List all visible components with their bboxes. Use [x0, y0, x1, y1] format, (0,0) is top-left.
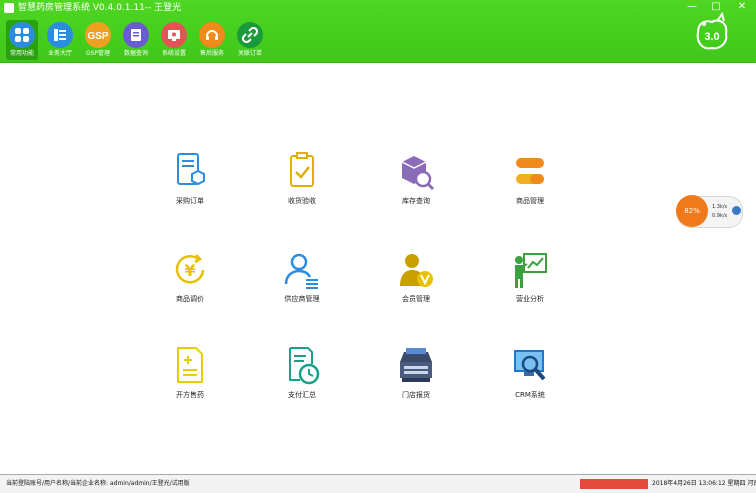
status-bar: 当前登陆账号/用户名称/当前企业名称: admin/admin/王登光/试用版 …	[0, 474, 756, 493]
function-label: 商品管理	[516, 197, 544, 205]
function-label: 库存查询	[402, 197, 430, 205]
function-label: 商品调价	[176, 295, 204, 303]
payment-summary-icon	[289, 347, 320, 385]
function-supplier-management[interactable]: 供应商管理	[262, 250, 342, 320]
prescription-sale-icon	[177, 347, 203, 383]
function-label: CRM系统	[515, 391, 545, 399]
toolbar-item-gsp[interactable]: GSP GSP管理	[82, 20, 114, 60]
svg-text:¥: ¥	[184, 261, 195, 280]
toolbar-item-common[interactable]: 常用功能	[6, 20, 38, 60]
business-analysis-icon	[515, 253, 547, 288]
brand-logo: 3.0	[690, 11, 734, 56]
function-payment-summary[interactable]: 支付汇总	[262, 346, 342, 416]
login-info: 当前登陆账号/用户名称/当前企业名称: admin/admin/王登光/试用版	[6, 480, 190, 487]
apps-grid-icon	[9, 22, 35, 48]
store-order-icon	[400, 348, 432, 382]
toolbar-label: 售后服务	[199, 50, 224, 57]
function-label: 支付汇总	[288, 391, 316, 399]
function-business-analysis[interactable]: 营业分析	[490, 250, 570, 320]
svg-text:GSP: GSP	[88, 31, 108, 42]
main-toolbar: 常用功能 业务大厅 GSP GSP管理 数据查询 系统设置 售后服务 关联订单	[6, 20, 266, 60]
function-member-management[interactable]: 会员管理	[376, 250, 456, 320]
receiving-check-icon	[290, 152, 314, 187]
toolbar-label: 业务大厅	[47, 50, 72, 57]
member-management-icon	[400, 254, 433, 287]
function-purchase-order[interactable]: 采购订单	[150, 152, 230, 222]
function-label: 营业分析	[516, 295, 544, 303]
title-bar: 智慧药房管理系统 V0.4.0.1.11-- 王登光 — □ ✕ 常用功能 业务…	[0, 0, 756, 62]
toolbar-item-orders[interactable]: 关联订单	[234, 20, 266, 60]
purchase-order-icon	[177, 153, 205, 186]
headset-icon	[199, 22, 225, 48]
toolbar-label: 关联订单	[237, 50, 262, 57]
function-label: 会员管理	[402, 295, 430, 303]
speed-test-icon[interactable]	[732, 206, 741, 215]
system-settings-icon	[161, 22, 187, 48]
inventory-query-icon	[401, 156, 435, 191]
app-icon	[4, 3, 14, 13]
toolbar-item-query[interactable]: 数据查询	[120, 20, 152, 60]
network-speed-widget[interactable]: 82% 1.3k/s 0.9k/s	[676, 195, 743, 228]
crm-icon	[514, 350, 546, 381]
toolbar-label: 数据查询	[123, 50, 148, 57]
function-label: 开方售药	[176, 391, 204, 399]
usage-percent: 82%	[676, 195, 708, 227]
function-inventory-query[interactable]: 库存查询	[376, 152, 456, 222]
function-crm[interactable]: CRM系统	[490, 346, 570, 416]
toolbar-label: GSP管理	[85, 50, 111, 57]
toolbar-item-settings[interactable]: 系统设置	[158, 20, 190, 60]
supplier-management-icon	[284, 253, 318, 289]
function-label: 收货验收	[288, 197, 316, 205]
app-window: 智慧药房管理系统 V0.4.0.1.11-- 王登光 — □ ✕ 常用功能 业务…	[0, 0, 756, 493]
function-label: 门店报货	[402, 391, 430, 399]
product-management-icon	[516, 158, 544, 184]
link-icon	[237, 22, 263, 48]
toolbar-item-business[interactable]: 业务大厅	[44, 20, 76, 60]
upload-speed: 1.3k/s	[712, 204, 728, 210]
function-store-order[interactable]: 门店报货	[376, 346, 456, 416]
function-price-adjust[interactable]: ¥ 商品调价	[150, 250, 230, 320]
toolbar-label: 常用功能	[9, 50, 34, 57]
divider	[0, 62, 756, 63]
status-datetime: 2018年4月26日 13:06:12 星期四 河南	[652, 480, 756, 487]
status-alert-badge	[580, 479, 648, 489]
toolbar-label: 系统设置	[161, 50, 186, 57]
function-label: 供应商管理	[284, 295, 320, 303]
download-speed: 0.9k/s	[712, 213, 728, 219]
function-prescription-sale[interactable]: 开方售药	[150, 346, 230, 416]
function-receiving-check[interactable]: 收货验收	[262, 152, 342, 222]
data-query-icon	[123, 22, 149, 48]
function-label: 采购订单	[176, 197, 204, 205]
function-product-management[interactable]: 商品管理	[490, 152, 570, 222]
window-title: 智慧药房管理系统 V0.4.0.1.11-- 王登光	[18, 3, 182, 13]
price-adjust-icon: ¥	[175, 254, 205, 284]
toolbar-item-service[interactable]: 售后服务	[196, 20, 228, 60]
business-hall-icon	[47, 22, 73, 48]
logo-text: 3.0	[704, 31, 719, 43]
gsp-icon: GSP	[85, 22, 111, 48]
